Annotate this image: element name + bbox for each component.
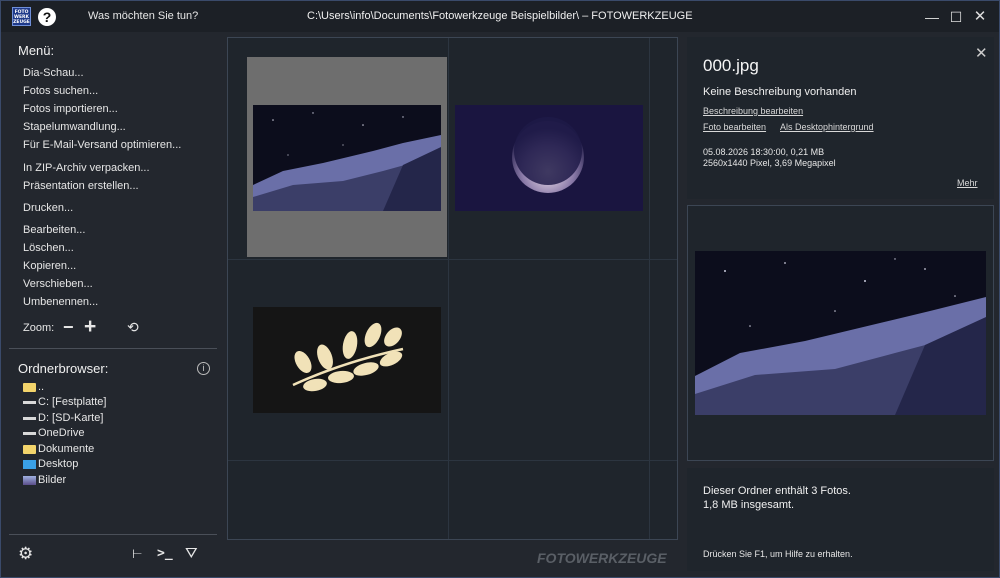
filter-icon[interactable]: ⛛ xyxy=(185,545,198,562)
menu-item-import-photos[interactable]: Fotos importieren... xyxy=(23,103,118,115)
mountain-photo xyxy=(253,105,441,211)
menu-item-zip-archive[interactable]: In ZIP-Archiv verpacken... xyxy=(23,162,150,174)
sidebar: Menü: Dia-Schau... Fotos suchen... Fotos… xyxy=(9,35,219,575)
gear-icon[interactable]: ⚙ xyxy=(18,544,33,564)
folder-item-label: .. xyxy=(38,381,45,393)
terminal-icon[interactable]: >_ xyxy=(157,546,173,561)
leaf-photo xyxy=(253,307,441,413)
grid-line xyxy=(228,460,677,461)
folder-item-label: OneDrive xyxy=(38,427,85,439)
menu-item-move[interactable]: Verschieben... xyxy=(23,278,93,290)
minimize-icon[interactable]: — xyxy=(921,7,943,27)
close-window-icon[interactable]: ✕ xyxy=(969,7,991,27)
menu-heading: Menü: xyxy=(18,43,55,58)
folder-total-size: 1,8 MB insgesamt. xyxy=(703,499,795,511)
watermark-logo: FOTOWERKZEUGE xyxy=(537,550,667,566)
window-title: C:\Users\info\Documents\Fotowerkzeuge Be… xyxy=(307,10,693,22)
drive-icon xyxy=(23,401,36,404)
folder-photo-count: Dieser Ordner enthält 3 Fotos. xyxy=(703,485,851,497)
folder-icon xyxy=(23,445,36,454)
title-bar: FOTO WERK ZEUGE ? Was möchten Sie tun? C:\… xyxy=(1,1,999,32)
rotate-icon[interactable]: ⟲ xyxy=(127,319,139,336)
folder-item-label: Desktop xyxy=(38,458,79,470)
menu-item-copy[interactable]: Kopieren... xyxy=(23,260,76,272)
desktop-icon xyxy=(23,460,36,469)
pictures-icon xyxy=(23,476,36,485)
folder-item-label: C: [Festplatte] xyxy=(38,396,107,408)
help-hint: Drücken Sie F1, um Hilfe zu erhalten. xyxy=(703,549,853,559)
date-size-info: 05.08.2026 18:30:00, 0,21 MB xyxy=(703,147,825,157)
zoom-label: Zoom: xyxy=(23,322,55,334)
folder-item-label: Bilder xyxy=(38,474,67,486)
thumbnail-grid xyxy=(227,37,678,540)
tree-view-icon[interactable]: ⊢ xyxy=(132,547,142,561)
app-window: FOTO WERK ZEUGE ? Was möchten Sie tun? C:\… xyxy=(0,0,1000,578)
preview-image[interactable] xyxy=(695,251,986,415)
photo-thumbnail-mountain[interactable] xyxy=(247,57,447,257)
more-link[interactable]: Mehr xyxy=(957,178,978,188)
zoom-controls: Zoom: − + ⟲ xyxy=(23,315,203,338)
file-name: 000.jpg xyxy=(703,56,759,75)
info-icon[interactable]: i xyxy=(197,362,210,375)
menu-item-delete[interactable]: Löschen... xyxy=(23,242,74,254)
photo-details-panel: ✕ 000.jpg Keine Beschreibung vorhanden B… xyxy=(687,37,994,199)
file-description: Keine Beschreibung vorhanden xyxy=(703,86,857,98)
drive-icon xyxy=(23,432,36,435)
drive-icon xyxy=(23,417,36,420)
help-icon[interactable]: ? xyxy=(38,8,56,26)
menu-item-edit[interactable]: Bearbeiten... xyxy=(23,224,85,236)
menu-item-slideshow[interactable]: Dia-Schau... xyxy=(23,67,84,79)
close-icon[interactable]: ✕ xyxy=(975,44,988,62)
menu-item-email-optimize[interactable]: Für E-Mail-Versand optimieren... xyxy=(23,139,181,151)
menu-item-search-photos[interactable]: Fotos suchen... xyxy=(23,85,98,97)
menu-item-print[interactable]: Drucken... xyxy=(23,202,73,214)
folder-item-label: Dokumente xyxy=(38,443,95,455)
folder-icon xyxy=(23,383,36,392)
app-logo-icon: FOTO WERK ZEUGE xyxy=(12,7,31,26)
photo-thumbnail-leaf[interactable] xyxy=(247,259,447,459)
menu-item-batch-convert[interactable]: Stapelumwandlung... xyxy=(23,121,126,133)
folder-browser-heading: Ordnerbrowser: xyxy=(18,361,109,376)
menu-item-rename[interactable]: Umbenennen... xyxy=(23,296,98,308)
photo-preview xyxy=(687,205,994,461)
menu-item-presentation[interactable]: Präsentation erstellen... xyxy=(23,180,139,192)
dimensions-info: 2560x1440 Pixel, 3,69 Megapixel xyxy=(703,158,836,168)
edit-description-link[interactable]: Beschreibung bearbeiten xyxy=(703,106,803,116)
folder-status-panel: Dieser Ordner enthält 3 Fotos. 1,8 MB in… xyxy=(687,468,994,571)
sidebar-bottom-toolbar: ⚙ ⊢ >_ ⛛ xyxy=(9,543,217,565)
maximize-icon[interactable]: ☐ xyxy=(945,7,967,27)
set-wallpaper-link[interactable]: Als Desktophintergrund xyxy=(780,122,874,132)
grid-line xyxy=(649,38,650,539)
sidebar-divider xyxy=(9,534,217,535)
what-todo-search[interactable]: Was möchten Sie tun? xyxy=(88,10,198,22)
edit-photo-link[interactable]: Foto bearbeiten xyxy=(703,122,766,132)
moon-photo xyxy=(455,105,643,211)
zoom-in-icon[interactable]: + xyxy=(84,315,96,339)
photo-thumbnail-moon[interactable] xyxy=(449,57,649,257)
folder-item-label: D: [SD-Karte] xyxy=(38,412,104,424)
zoom-out-icon[interactable]: − xyxy=(63,317,74,338)
sidebar-divider xyxy=(9,348,217,349)
